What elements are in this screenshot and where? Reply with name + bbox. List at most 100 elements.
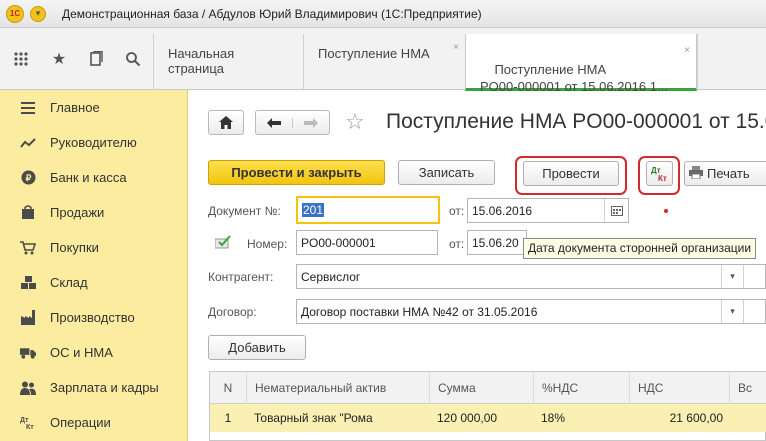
sidebar-item-bank[interactable]: ₽ Банк и касса — [0, 160, 188, 195]
people-icon — [20, 380, 36, 396]
1c-logo-icon[interactable]: 1С — [6, 4, 24, 23]
sidebar: Главное Руководителю ₽ Банк и касса Прод… — [0, 90, 188, 441]
sidebar-item-purchases[interactable]: Покупки — [0, 230, 188, 265]
column-header-sum[interactable]: Сумма — [429, 372, 533, 404]
document-date-value: 15.06.2016 — [472, 203, 533, 218]
column-header-n[interactable]: N — [210, 372, 246, 404]
post-button[interactable]: Провести — [523, 161, 619, 186]
back-arrow-icon[interactable] — [256, 117, 293, 128]
contract-label: Договор: — [208, 305, 257, 319]
sidebar-item-main[interactable]: Главное — [0, 90, 188, 125]
contract-input[interactable]: Договор поставки НМА №42 от 31.05.2016 ▾ — [296, 299, 766, 324]
column-header-asset[interactable]: Нематериальный актив — [246, 372, 429, 404]
table-row[interactable]: 1 Товарный знак "Рома 120 000,00 18% 21 … — [210, 404, 766, 432]
sidebar-item-warehouse[interactable]: Склад — [0, 265, 188, 300]
tab-nma-document-label: Поступление НМА PO00-000001 от 15.06.201… — [480, 62, 668, 94]
calendar-icon[interactable] — [604, 199, 628, 222]
document-form: ☆ Поступление НМА PO00-000001 от 15.0 Пр… — [189, 91, 766, 441]
assets-table: N Нематериальный актив Сумма %НДС НДС Вс… — [209, 371, 766, 441]
window-title: Демонстрационная база / Абдулов Юрий Вла… — [62, 6, 482, 21]
column-header-total[interactable]: Вс — [729, 372, 766, 404]
sidebar-item-label: Главное — [50, 100, 100, 115]
tab-nma-document[interactable]: Поступление НМА PO00-000001 от 15.06.201… — [465, 34, 697, 94]
sidebar-item-label: Продажи — [50, 205, 105, 220]
incoming-date-input[interactable]: 15.06.20 — [467, 230, 527, 255]
sidebar-item-operations[interactable]: Дт Кт Операции — [0, 405, 188, 440]
tab-bar-filler — [697, 34, 766, 90]
sidebar-item-manager[interactable]: Руководителю — [0, 125, 188, 160]
sidebar-item-label: Склад — [50, 275, 88, 290]
column-header-vat-rate[interactable]: %НДС — [533, 372, 629, 404]
tab-home[interactable]: Начальная страница — [153, 34, 303, 90]
document-check-icon — [214, 235, 231, 252]
print-button[interactable]: Печать — [684, 161, 766, 186]
forward-arrow-icon[interactable] — [293, 117, 330, 128]
column-header-vat[interactable]: НДС — [629, 372, 729, 404]
sidebar-item-label: Зарплата и кадры — [50, 380, 159, 395]
factory-icon — [20, 310, 36, 326]
date-tooltip: Дата документа сторонней организации — [523, 238, 757, 259]
save-button[interactable]: Записать — [398, 160, 495, 185]
date-label: от: — [449, 204, 465, 218]
contract-value: Договор поставки НМА №42 от 31.05.2016 — [301, 304, 538, 319]
open-icon[interactable] — [743, 300, 765, 323]
shopping-bag-icon — [20, 205, 36, 221]
add-row-button[interactable]: Добавить — [208, 335, 306, 360]
history-nav — [255, 110, 330, 135]
sidebar-item-label: Покупки — [50, 240, 99, 255]
cell-vat-rate: 18% — [541, 411, 566, 425]
favorite-star-icon[interactable]: ☆ — [345, 109, 365, 135]
open-icon[interactable] — [743, 265, 765, 288]
page-title: Поступление НМА PO00-000001 от 15.0 — [386, 110, 766, 133]
menu-lines-icon — [20, 100, 36, 116]
sidebar-item-label: Операции — [50, 415, 111, 430]
svg-text:₽: ₽ — [25, 173, 31, 183]
post-and-close-button[interactable]: Провести и закрыть — [208, 160, 385, 185]
warehouse-icon — [20, 275, 36, 291]
sidebar-item-salary[interactable]: Зарплата и кадры — [0, 370, 188, 405]
cell-asset: Товарный знак "Рома — [254, 411, 373, 425]
sidebar-item-fixed-assets[interactable]: ОС и НМА — [0, 335, 188, 370]
sidebar-item-production[interactable]: Производство — [0, 300, 188, 335]
home-button[interactable] — [208, 110, 244, 135]
trend-icon — [20, 135, 36, 151]
main-menu-chevron-icon[interactable]: ▾ — [30, 5, 46, 22]
date-label-2: от: — [449, 237, 465, 251]
tab-nma-list[interactable]: Поступление НМА × — [303, 34, 465, 90]
number-input[interactable]: PO00-000001 — [296, 230, 438, 255]
counterparty-input[interactable]: Сервислог ▾ — [296, 264, 766, 289]
dt-kt-icon: ДтКт — [651, 166, 667, 183]
incoming-date-value: 15.06.20 — [472, 235, 519, 250]
sidebar-item-label: ОС и НМА — [50, 345, 113, 360]
shopping-cart-icon — [20, 240, 36, 256]
dt-kt-icon: ДтКт — [20, 415, 36, 431]
window-title-bar: 1С ▾ Демонстрационная база / Абдулов Юри… — [0, 0, 766, 28]
sidebar-item-sales[interactable]: Продажи — [0, 195, 188, 230]
search-icon[interactable] — [122, 48, 144, 70]
dropdown-icon[interactable]: ▾ — [721, 300, 743, 323]
document-number-label: Документ №: — [208, 204, 281, 218]
cell-n: 1 — [224, 411, 232, 425]
sidebar-item-label: Банк и касса — [50, 170, 127, 185]
document-date-input[interactable]: 15.06.2016 — [467, 198, 629, 223]
dropdown-icon[interactable]: ▾ — [721, 265, 743, 288]
close-icon[interactable]: × — [684, 42, 690, 59]
cell-vat: 21 600,00 — [669, 411, 723, 425]
table-header: N Нематериальный актив Сумма %НДС НДС Вс — [210, 372, 766, 404]
history-icon[interactable] — [85, 48, 107, 70]
sidebar-item-label: Руководителю — [50, 135, 137, 150]
apps-grid-icon[interactable] — [10, 48, 32, 70]
truck-icon — [20, 345, 36, 361]
cursor-dot — [664, 209, 668, 213]
svg-text:Дт: Дт — [20, 417, 29, 424]
tab-bar: ★ Начальная страница Поступление НМА × П… — [0, 28, 766, 94]
close-icon[interactable]: × — [453, 42, 459, 53]
dtkt-report-button[interactable]: Дт Кт — [646, 161, 673, 186]
number-label: Номер: — [247, 237, 288, 251]
favorites-star-icon[interactable]: ★ — [48, 48, 70, 70]
svg-text:Кт: Кт — [658, 174, 667, 183]
cell-sum: 120 000,00 — [437, 411, 498, 425]
number-value: PO00-000001 — [301, 235, 376, 250]
document-number-input[interactable]: 201 — [296, 196, 440, 224]
ruble-coin-icon: ₽ — [20, 170, 36, 186]
